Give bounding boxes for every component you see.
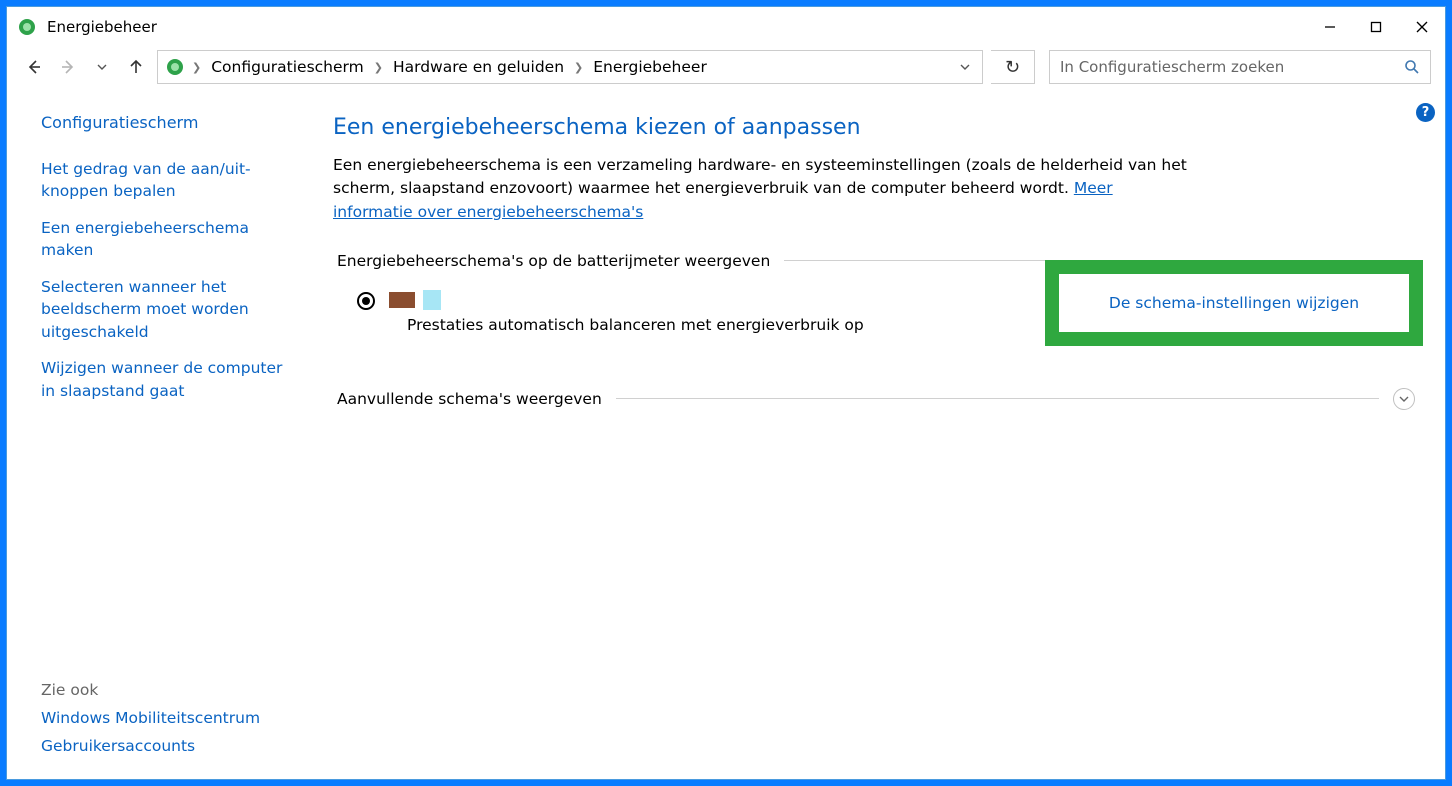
page-description: Een energiebeheerschema is een verzameli… [333,154,1193,224]
address-bar[interactable]: ❯ Configuratiescherm ❯ Hardware en gelui… [157,50,983,84]
see-also-section: Zie ook Windows Mobiliteitscentrum Gebru… [41,681,260,765]
app-icon [17,17,37,37]
titlebar: Energiebeheer [7,7,1445,47]
plan-name [389,290,441,310]
refresh-button[interactable]: ↻ [991,50,1035,84]
section-preferred-plans: Energiebeheerschema's op de batterijmete… [337,252,770,270]
minimize-button[interactable] [1307,7,1353,47]
back-button[interactable] [21,53,47,81]
plan-color-swatch [423,290,441,310]
sidebar-link-sleep[interactable]: Wijzigen wanneer de computer in slaapsta… [41,357,297,402]
search-box[interactable] [1049,50,1431,84]
close-button[interactable] [1399,7,1445,47]
address-dropdown-button[interactable] [954,62,976,72]
up-button[interactable] [123,53,149,81]
sidebar-link-power-buttons[interactable]: Het gedrag van de aan/uit-knoppen bepale… [41,158,297,203]
chevron-right-icon: ❯ [374,61,383,74]
expand-additional-plans-button[interactable] [1393,388,1415,410]
change-plan-settings-link[interactable]: De schema-instellingen wijzigen [1109,294,1359,312]
breadcrumb-item[interactable]: Configuratiescherm [207,56,368,78]
page-description-text: Een energiebeheerschema is een verzameli… [333,156,1187,197]
page-heading: Een energiebeheerschema kiezen of aanpas… [333,115,1415,140]
window-title: Energiebeheer [47,18,1307,36]
section-additional-plans: Aanvullende schema's weergeven [337,390,602,408]
sidebar-link-create-plan[interactable]: Een energiebeheerschema maken [41,217,297,262]
see-also-title: Zie ook [41,681,260,699]
address-icon [164,57,186,77]
navbar: ❯ Configuratiescherm ❯ Hardware en gelui… [7,47,1445,91]
divider [616,398,1379,399]
chevron-right-icon: ❯ [192,61,201,74]
main-panel: Een energiebeheerschema kiezen of aanpas… [307,91,1445,779]
body: ? Configuratiescherm Het gedrag van de a… [7,91,1445,779]
see-also-accounts[interactable]: Gebruikersaccounts [41,737,260,755]
highlighted-change-settings: De schema-instellingen wijzigen [1045,260,1423,346]
control-panel-home-link[interactable]: Configuratiescherm [41,113,297,132]
power-plan-area: Prestaties automatisch balanceren met en… [357,290,1415,334]
maximize-button[interactable] [1353,7,1399,47]
breadcrumb-item[interactable]: Hardware en geluiden [389,56,568,78]
search-icon[interactable] [1404,59,1420,75]
plan-color-swatch [389,292,415,308]
plan-radio-balanced[interactable] [357,292,375,310]
forward-button[interactable] [55,53,81,81]
sidebar: Configuratiescherm Het gedrag van de aan… [7,91,307,779]
help-button[interactable]: ? [1416,103,1435,122]
see-also-mobility[interactable]: Windows Mobiliteitscentrum [41,709,260,727]
breadcrumb-item[interactable]: Energiebeheer [589,56,711,78]
search-input[interactable] [1060,58,1404,76]
sidebar-link-display-off[interactable]: Selecteren wanneer het beeldscherm moet … [41,276,297,343]
recent-locations-button[interactable] [89,53,115,81]
control-panel-window: Energiebeheer ❯ Configuratiesch [6,6,1446,780]
chevron-right-icon: ❯ [574,61,583,74]
